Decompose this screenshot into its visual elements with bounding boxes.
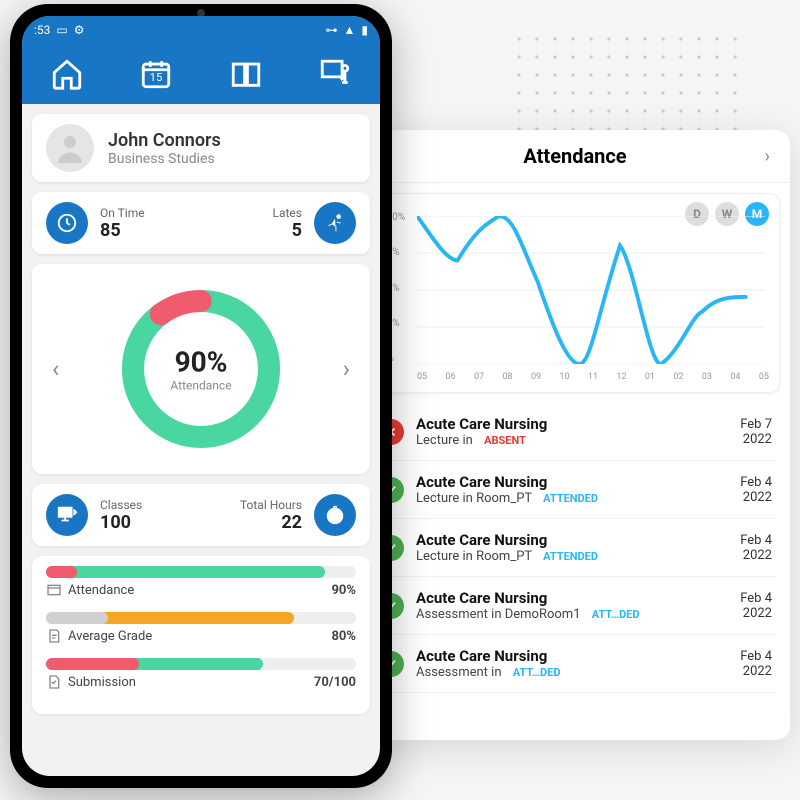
status-badge: ABSENT (484, 434, 526, 447)
entry-sub: Lecture in Room_PT ATTENDED (416, 549, 728, 564)
hours-label: Total Hours (207, 498, 302, 512)
status-badge: ATTENDED (543, 492, 598, 505)
entry-sub: Lecture in Room_PT ATTENDED (416, 491, 728, 506)
status-badge: ATT…DED (592, 608, 640, 621)
list-item[interactable]: Acute Care NursingAssessment in DemoRoom… (374, 577, 776, 635)
attendance-header: ‹ Attendance › (360, 130, 790, 183)
entry-date: Feb 42022 (740, 533, 772, 563)
profile-sub: Business Studies (108, 151, 221, 167)
metrics-card: Attendance90% Average Grade80% Submissio… (32, 556, 370, 714)
vpn-icon: ⊶ (326, 23, 338, 37)
entry-date: Feb 42022 (740, 475, 772, 505)
nav-book[interactable] (201, 44, 291, 104)
gear-icon: ⚙ (74, 23, 85, 37)
classes-value: 100 (100, 512, 195, 533)
profile-name: John Connors (108, 130, 221, 151)
battery-icon: ▭ (56, 23, 67, 37)
entry-date: Feb 72022 (740, 417, 772, 447)
nav-teacher[interactable] (291, 44, 381, 104)
hours-value: 22 (207, 512, 302, 533)
decorative-dots (510, 30, 750, 130)
entry-date: Feb 42022 (740, 591, 772, 621)
nav-calendar[interactable]: 15 (112, 44, 202, 104)
svg-text:15: 15 (150, 70, 163, 84)
list-item[interactable]: Acute Care NursingLecture in ABSENT Feb 7… (374, 403, 776, 461)
entry-title: Acute Care Nursing (416, 589, 728, 607)
prev-metric[interactable]: ‹ (42, 345, 69, 393)
lates-value: 5 (207, 220, 302, 241)
clock-icon (46, 202, 88, 244)
battery-icon: ▮ (361, 23, 368, 37)
avatar (46, 124, 94, 172)
status-badge: ATTENDED (543, 550, 598, 563)
attendance-donut: 90% Attendance (116, 284, 286, 454)
entry-title: Acute Care Nursing (416, 415, 728, 433)
phone-frame: :53 ▭ ⚙ ⊶ ▲ ▮ 15 (10, 4, 392, 788)
list-item[interactable]: Acute Care NursingLecture in Room_PT ATT… (374, 519, 776, 577)
nav-home[interactable] (22, 44, 112, 104)
entry-sub: Lecture in ABSENT (416, 433, 728, 448)
status-bar: :53 ▭ ⚙ ⊶ ▲ ▮ (22, 16, 380, 44)
attendance-title: Attendance (523, 144, 626, 168)
attendance-panel: ‹ Attendance › D W M 100% 75% 50% 25% 0% (360, 130, 790, 740)
status-time: :53 (34, 23, 50, 37)
ontime-label: On Time (100, 206, 195, 220)
entry-sub: Assessment in ATT…DED (416, 665, 728, 680)
punctuality-card: On Time 85 Lates 5 (32, 192, 370, 254)
profile-card: John Connors Business Studies (32, 114, 370, 182)
top-nav: 15 (22, 44, 380, 104)
attendance-donut-card: ‹ 90% Attendance › (32, 264, 370, 474)
entry-title: Acute Care Nursing (416, 647, 728, 665)
next-icon[interactable]: › (765, 146, 770, 167)
x-axis: 05060708091011120102030405 (417, 372, 769, 382)
donut-label: Attendance (170, 379, 231, 393)
attendance-chart: 100% 75% 50% 25% 0% (381, 212, 769, 382)
attendance-chart-card: D W M 100% 75% 50% 25% 0% (370, 193, 780, 393)
status-badge: ATT…DED (513, 666, 561, 679)
bar-grade: Average Grade80% (46, 612, 356, 644)
wifi-icon: ▲ (344, 23, 356, 37)
donut-pct: 90% (170, 346, 231, 379)
bar-submission: Submission70/100 (46, 658, 356, 690)
running-icon (314, 202, 356, 244)
list-item[interactable]: Acute Care NursingAssessment in ATT…DED F… (374, 635, 776, 693)
lates-label: Lates (207, 206, 302, 220)
entry-title: Acute Care Nursing (416, 473, 728, 491)
next-metric[interactable]: › (333, 345, 360, 393)
ontime-value: 85 (100, 220, 195, 241)
classes-label: Classes (100, 498, 195, 512)
bar-attendance: Attendance90% (46, 566, 356, 598)
entry-date: Feb 42022 (740, 649, 772, 679)
board-icon (46, 494, 88, 536)
timer-icon (314, 494, 356, 536)
attendance-entries: Acute Care NursingLecture in ABSENTFeb 7… (360, 403, 790, 693)
entry-title: Acute Care Nursing (416, 531, 728, 549)
entry-sub: Assessment in DemoRoom1 ATT…DED (416, 607, 728, 622)
workload-card: Classes 100 Total Hours 22 (32, 484, 370, 546)
list-item[interactable]: Acute Care NursingLecture in Room_PT ATT… (374, 461, 776, 519)
